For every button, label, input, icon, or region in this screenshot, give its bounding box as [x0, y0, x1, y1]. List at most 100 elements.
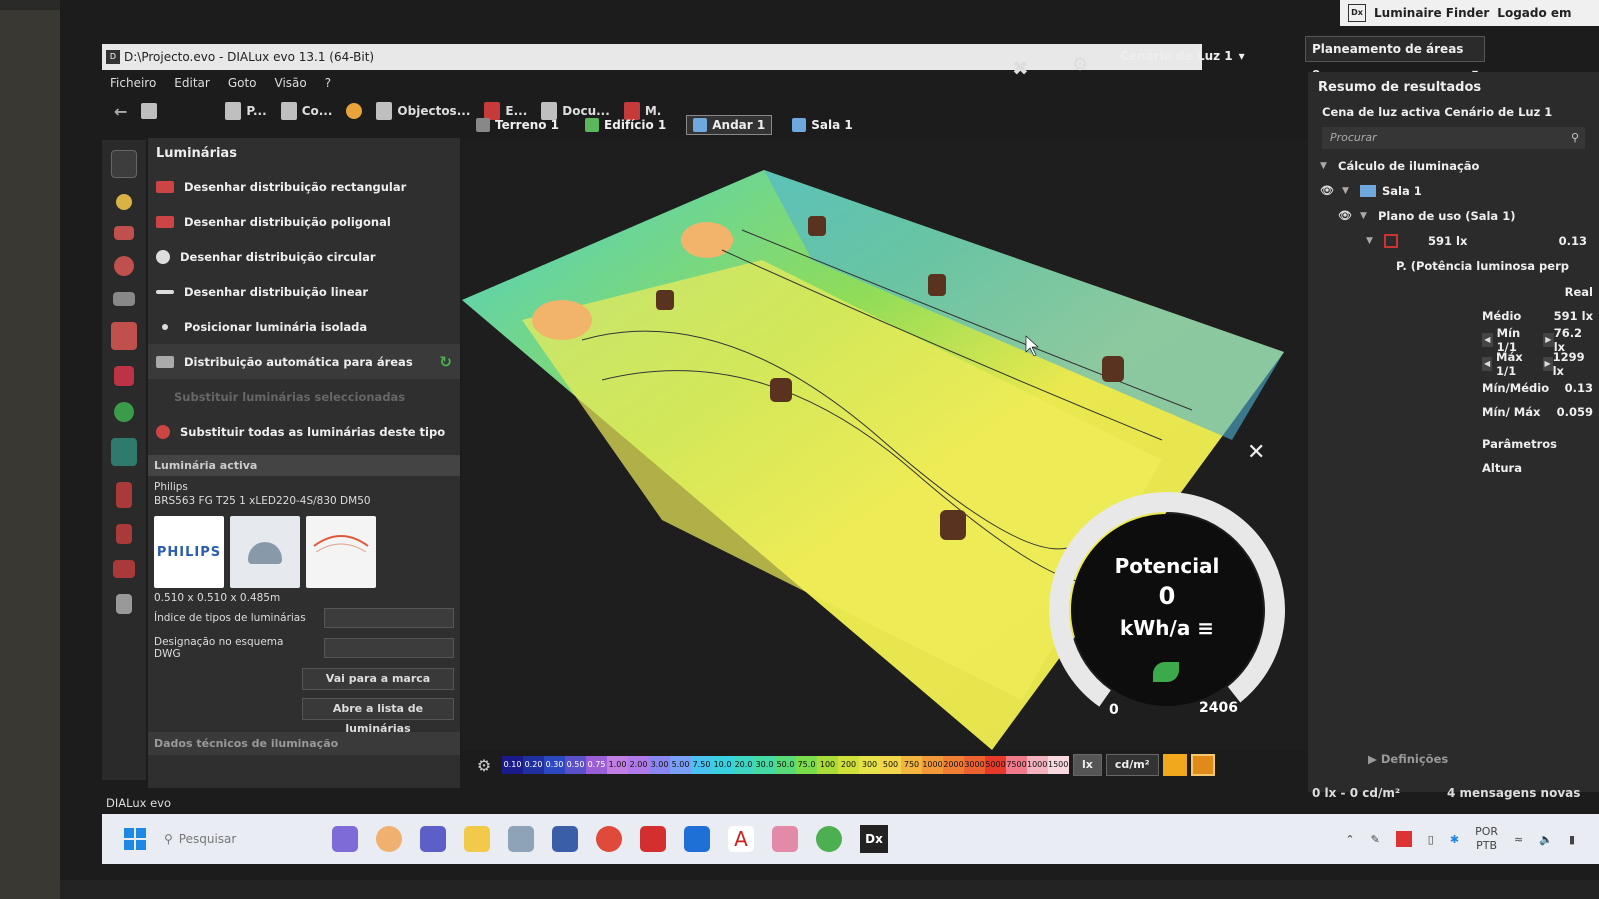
view-icon[interactable] [113, 560, 135, 578]
luminaire-pole[interactable] [1102, 356, 1124, 382]
dialux-taskbar-icon[interactable]: Dx [860, 825, 888, 853]
3d-viewport[interactable]: ✕ Potencial 0 kWh/a ≡ 0 2406 [462, 140, 1367, 750]
auto-area-button[interactable]: Distribuição automática para áreas ↻ [148, 344, 460, 379]
language-indicator[interactable]: POR PTB [1475, 825, 1498, 853]
tree-room[interactable]: 👁 ▼ Sala 1 [1320, 178, 1587, 203]
login-status[interactable]: Logado em [1497, 6, 1571, 20]
crumb-terrain[interactable]: Terreno 1 [470, 116, 565, 134]
luminaire-pole[interactable] [808, 216, 826, 236]
menu-edit[interactable]: Editar [174, 76, 210, 90]
go-to-brand-button[interactable]: Vai para a marca [302, 668, 454, 690]
crumb-room[interactable]: Sala 1 [786, 116, 858, 134]
light-bulb-icon[interactable] [116, 194, 132, 210]
unit-lx-button[interactable]: lx [1073, 754, 1102, 776]
plan-selector[interactable]: Planeamento de áreas e... ▾ [1305, 36, 1485, 80]
refresh-icon[interactable]: ↻ [439, 353, 452, 371]
luminaire-pole[interactable] [940, 510, 966, 540]
color-icon[interactable] [114, 256, 134, 276]
ramp-icon[interactable] [113, 292, 135, 306]
draw-linear-button[interactable]: Desenhar distribuição linear [148, 274, 460, 309]
outlook-icon[interactable] [684, 826, 710, 852]
pen-icon[interactable]: ✎ [1371, 833, 1380, 846]
volume-icon[interactable]: 🔈 [1539, 833, 1553, 846]
max-stepper[interactable]: ◀ Máx 1/1 ▶ [1482, 350, 1553, 378]
results-search-input[interactable]: Procurar ⚲ [1322, 127, 1585, 149]
next-icon[interactable]: ▶ [1542, 357, 1553, 371]
acrobat-icon[interactable] [640, 826, 666, 852]
chrome-icon[interactable] [596, 826, 622, 852]
unit-cd-button[interactable]: cd/m² [1105, 754, 1159, 776]
draw-polygonal-button[interactable]: Desenhar distribuição poligonal [148, 204, 460, 239]
menu-file[interactable]: Ficheiro [110, 76, 156, 90]
usb-icon[interactable]: ▯ [1428, 833, 1434, 846]
isoline-toggle[interactable] [1190, 754, 1215, 776]
toolbar-construction-button[interactable]: Co... [280, 102, 332, 120]
tools-icon[interactable] [114, 366, 134, 386]
crumb-building[interactable]: Edifício 1 [579, 116, 672, 134]
single-luminaire-button[interactable]: Posicionar luminária isolada [148, 309, 460, 344]
calculation-icon[interactable] [111, 438, 137, 466]
tech-data-header[interactable]: Dados técnicos de iluminação [148, 732, 460, 755]
back-arrow-icon[interactable]: ← [114, 102, 127, 121]
close-icon[interactable]: ✖ [1012, 56, 1029, 80]
teams-icon[interactable] [420, 826, 446, 852]
draw-rectangular-button[interactable]: Desenhar distribuição rectangular [148, 169, 460, 204]
tree-plane[interactable]: 👁 ▼ Plano de uso (Sala 1) [1320, 203, 1587, 228]
crumb-floor[interactable]: Andar 1 [686, 115, 773, 135]
luminaire-tool-icon[interactable] [111, 150, 137, 178]
prev-icon[interactable]: ◀ [1482, 333, 1493, 347]
scale-settings-icon[interactable]: ⚙ [470, 756, 498, 775]
taskbar-search[interactable]: ⚲ Pesquisar [164, 832, 314, 846]
windows-start-icon[interactable] [124, 828, 146, 850]
network-icon[interactable] [508, 826, 534, 852]
save-icon[interactable] [141, 103, 158, 119]
tree-value[interactable]: ▼ 591 lx 0.13 [1320, 228, 1587, 253]
paint-icon[interactable] [376, 826, 402, 852]
toolbar-objects-button[interactable]: Objectos... [376, 102, 470, 120]
arrange-icon[interactable] [114, 226, 134, 240]
wifi-icon[interactable]: ≈ [1514, 833, 1523, 846]
falsecolor-toggle[interactable] [1162, 754, 1187, 776]
eye-icon[interactable]: 👁 [1320, 184, 1336, 197]
draw-circular-button[interactable]: Desenhar distribuição circular [148, 239, 460, 274]
luminaire-pole[interactable] [770, 378, 792, 402]
prev-icon[interactable]: ◀ [1482, 357, 1493, 371]
chrome-alt-icon[interactable] [816, 826, 842, 852]
menu-help[interactable]: ? [325, 76, 331, 90]
replace-selected-button[interactable]: Substituir luminárias seleccionadas [148, 379, 460, 414]
scene-selector[interactable]: Cenário de Luz 1 ▾ [1120, 44, 1245, 68]
toolbar-project-button[interactable]: P... [225, 102, 267, 120]
autocad-icon[interactable]: A [728, 826, 754, 852]
antivirus-icon[interactable] [1395, 831, 1412, 847]
luminaire-pole[interactable] [928, 274, 946, 296]
luminaire-pole[interactable] [656, 290, 674, 310]
chevron-up-icon[interactable]: ⌃ [1345, 833, 1354, 846]
battery-icon[interactable]: ▮ [1569, 833, 1575, 846]
leaf-icon[interactable] [114, 402, 134, 422]
eye-icon[interactable]: 👁 [1338, 209, 1354, 222]
notes-icon[interactable] [552, 826, 578, 852]
search-icon[interactable]: ⚲ [1571, 127, 1579, 149]
select-icon[interactable] [111, 322, 137, 350]
close-gauge-icon[interactable]: ✕ [1247, 440, 1265, 465]
params-row[interactable]: Parâmetros [1476, 432, 1599, 456]
type-index-input[interactable] [324, 608, 454, 628]
bluetooth-icon[interactable]: ✱ [1450, 833, 1459, 846]
toolbar-light-button[interactable] [346, 103, 363, 119]
hierarchy-icon[interactable] [116, 594, 132, 614]
menu-goto[interactable]: Goto [228, 76, 257, 90]
status-messages[interactable]: 4 mensagens novas [1447, 786, 1580, 800]
measure-icon[interactable] [116, 482, 132, 508]
app-icon[interactable] [772, 826, 798, 852]
menu-icon[interactable]: ≡ [1197, 616, 1214, 640]
tree-calc[interactable]: ▼ Cálculo de iluminação [1320, 153, 1587, 178]
luminaire-finder-link[interactable]: Luminaire Finder [1374, 6, 1489, 20]
settings-section[interactable]: ▶ Definições [1368, 752, 1448, 766]
cut-icon[interactable] [116, 524, 132, 544]
menu-view[interactable]: Visão [275, 76, 307, 90]
copilot-icon[interactable] [332, 826, 358, 852]
replace-all-button[interactable]: Substituir todas as luminárias deste tip… [148, 414, 460, 449]
gear-icon[interactable]: ⚙ [1072, 54, 1088, 75]
next-icon[interactable]: ▶ [1543, 333, 1554, 347]
open-luminaire-list-button[interactable]: Abre a lista de luminárias [302, 698, 454, 735]
